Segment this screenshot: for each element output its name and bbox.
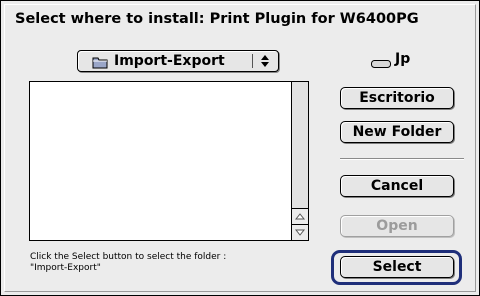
button-divider bbox=[340, 158, 464, 159]
select-button[interactable]: Select bbox=[340, 256, 454, 278]
desktop-button[interactable]: Escritorio bbox=[340, 87, 454, 109]
select-hint: Click the Select button to select the fo… bbox=[30, 252, 320, 274]
select-hint-line1: Click the Select button to select the fo… bbox=[30, 252, 227, 262]
vertical-scrollbar[interactable] bbox=[291, 82, 308, 240]
folder-popup-label: Import-Export bbox=[114, 53, 225, 69]
disk-icon bbox=[371, 54, 391, 68]
scroll-down-arrow-icon bbox=[294, 229, 306, 236]
install-location-dialog: Select where to install: Print Plugin fo… bbox=[0, 0, 480, 296]
new-folder-button[interactable]: New Folder bbox=[340, 121, 454, 143]
scroll-down-button[interactable] bbox=[292, 224, 308, 240]
current-disk: Jp bbox=[371, 51, 411, 68]
dialog-title: Select where to install: Print Plugin fo… bbox=[15, 11, 419, 27]
scroll-up-arrow-icon bbox=[294, 213, 306, 220]
file-list[interactable] bbox=[29, 81, 309, 241]
cancel-button[interactable]: Cancel bbox=[340, 175, 454, 197]
open-button[interactable]: Open bbox=[340, 215, 454, 237]
disk-name: Jp bbox=[395, 51, 411, 67]
folder-icon bbox=[92, 54, 108, 69]
select-hint-line2: "Import-Export" bbox=[30, 263, 101, 273]
folder-popup-menu[interactable]: Import-Export bbox=[77, 50, 279, 72]
up-down-arrows-icon bbox=[258, 52, 272, 70]
popup-separator bbox=[252, 54, 253, 68]
scroll-up-button[interactable] bbox=[292, 208, 308, 224]
